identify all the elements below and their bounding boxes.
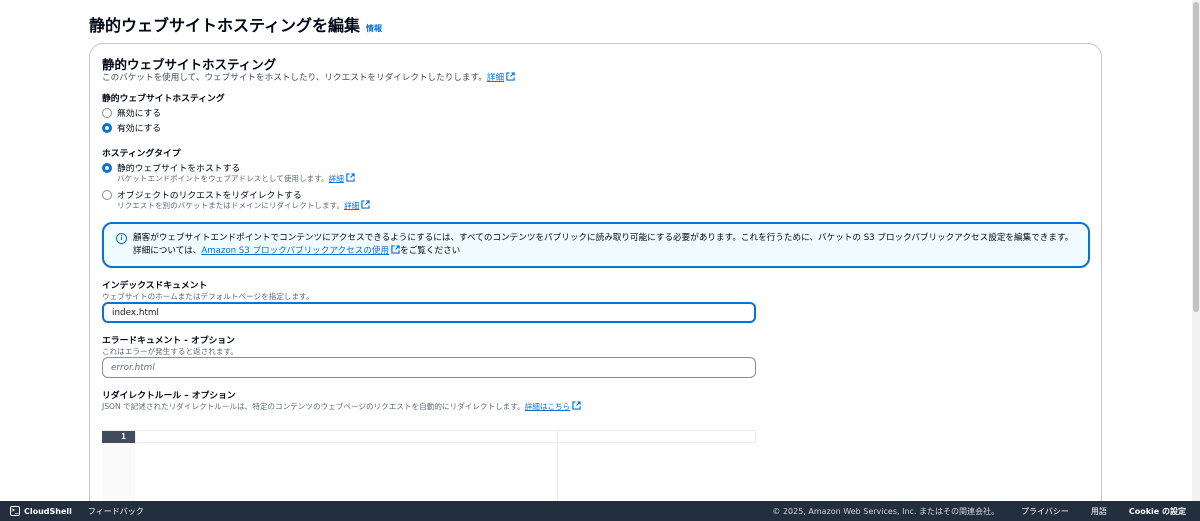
radio-host-static-sub-text: バケットエンドポイントをウェブアドレスとして使用します。	[117, 174, 329, 183]
panel-description: このバケットを使用して、ウェブサイトをホストしたり、リクエストをリダイレクトした…	[102, 71, 515, 83]
editor-line-number: 1	[102, 431, 135, 443]
terminal-icon: >_	[10, 506, 20, 516]
cloudshell-label: CloudShell	[24, 506, 72, 516]
info-link[interactable]: 情報	[366, 23, 382, 34]
privacy-link[interactable]: プライバシー	[1021, 506, 1069, 517]
page-title: 静的ウェブサイトホスティングを編集	[89, 16, 361, 35]
external-link-icon	[361, 200, 370, 209]
block-public-access-link[interactable]: Amazon S3 ブロックパブリックアクセスの使用	[201, 246, 389, 256]
index-document-value: index.html	[112, 307, 159, 318]
static-hosting-panel: 静的ウェブサイトホスティング このバケットを使用して、ウェブサイトをホストしたり…	[89, 43, 1102, 513]
hosting-label: 静的ウェブサイトホスティング	[102, 94, 225, 104]
terms-link[interactable]: 用語	[1091, 506, 1107, 517]
radio-redirect-circle[interactable]	[102, 189, 112, 200]
radio-redirect-description: リクエストを別のバケットまたはドメインにリダイレクトします。詳細	[117, 200, 370, 211]
host-static-learn-more-link[interactable]: 詳細	[329, 174, 344, 183]
error-document-label: エラードキュメント - オプション	[102, 336, 235, 346]
radio-enable-label: 有効にする	[117, 124, 162, 134]
cookie-settings-link[interactable]: Cookie の設定	[1129, 506, 1186, 517]
error-document-input[interactable]: error.html	[102, 357, 756, 378]
console-footer: >_ CloudShell フィードバック © 2025, Amazon Web…	[0, 501, 1200, 521]
page-header: 静的ウェブサイトホスティングを編集 情報	[89, 12, 382, 36]
external-link-icon	[391, 245, 400, 254]
redirect-rules-description: JSON で記述されたリダイレクトルールは、特定のコンテンツのウェブページのリク…	[102, 401, 581, 412]
panel-description-text: このバケットを使用して、ウェブサイトをホストしたり、リクエストをリダイレクトした…	[102, 73, 487, 83]
alert-text: 顧客がウェブサイトエンドポイントでコンテンツにアクセスできるようにするには、すべ…	[133, 232, 1074, 258]
external-link-icon	[572, 401, 581, 410]
page-scrollbar[interactable]	[1192, 0, 1200, 501]
radio-enable[interactable]: 有効にする	[102, 121, 161, 134]
error-document-description: これはエラーが発生すると返されます。	[102, 347, 238, 356]
radio-disable-label: 無効にする	[117, 109, 162, 119]
scrollbar-thumb[interactable]	[1193, 2, 1199, 312]
radio-enable-circle[interactable]	[102, 122, 112, 133]
hosting-type-label: ホスティングタイプ	[102, 149, 181, 159]
editor-active-line[interactable]	[135, 431, 756, 443]
alert-text-line-1: 顧客がウェブサイトエンドポイントでコンテンツにアクセスできるようにするには、すべ…	[133, 233, 1057, 243]
copyright-text: © 2025, Amazon Web Services, Inc. またはその関…	[772, 506, 1000, 516]
redirect-rules-description-text: JSON で記述されたリダイレクトルールは、特定のコンテンツのウェブページのリク…	[102, 402, 525, 411]
redirect-rules-learn-more-link[interactable]: 詳細はこちら	[525, 402, 571, 411]
alert-text-suffix: をご覧ください	[400, 246, 461, 256]
index-document-label: インデックスドキュメント	[102, 281, 208, 291]
radio-redirect-sub-text: リクエストを別のバケットまたはドメインにリダイレクトします。	[117, 201, 345, 210]
radio-host-static-circle[interactable]	[102, 162, 112, 173]
radio-host-static-description: バケットエンドポイントをウェブアドレスとして使用します。詳細	[117, 173, 355, 184]
external-link-icon	[346, 173, 355, 182]
radio-disable-circle[interactable]	[102, 107, 112, 118]
panel-learn-more-link[interactable]: 詳細	[487, 73, 504, 83]
info-icon: i	[116, 233, 127, 244]
redirect-rules-label: リダイレクトルール – オプション	[102, 391, 236, 401]
index-document-input[interactable]: index.html	[102, 302, 756, 323]
external-link-icon	[506, 72, 515, 81]
index-document-description: ウェブサイトのホームまたはデフォルトページを指定します。	[102, 292, 314, 301]
error-document-placeholder: error.html	[111, 362, 155, 373]
cloudshell-button[interactable]: >_ CloudShell	[10, 506, 72, 516]
radio-disable[interactable]: 無効にする	[102, 106, 161, 119]
feedback-link[interactable]: フィードバック	[88, 506, 144, 517]
redirect-learn-more-link[interactable]: 詳細	[344, 201, 359, 210]
info-alert: i 顧客がウェブサイトエンドポイントでコンテンツにアクセスできるようにするには、…	[102, 222, 1090, 268]
